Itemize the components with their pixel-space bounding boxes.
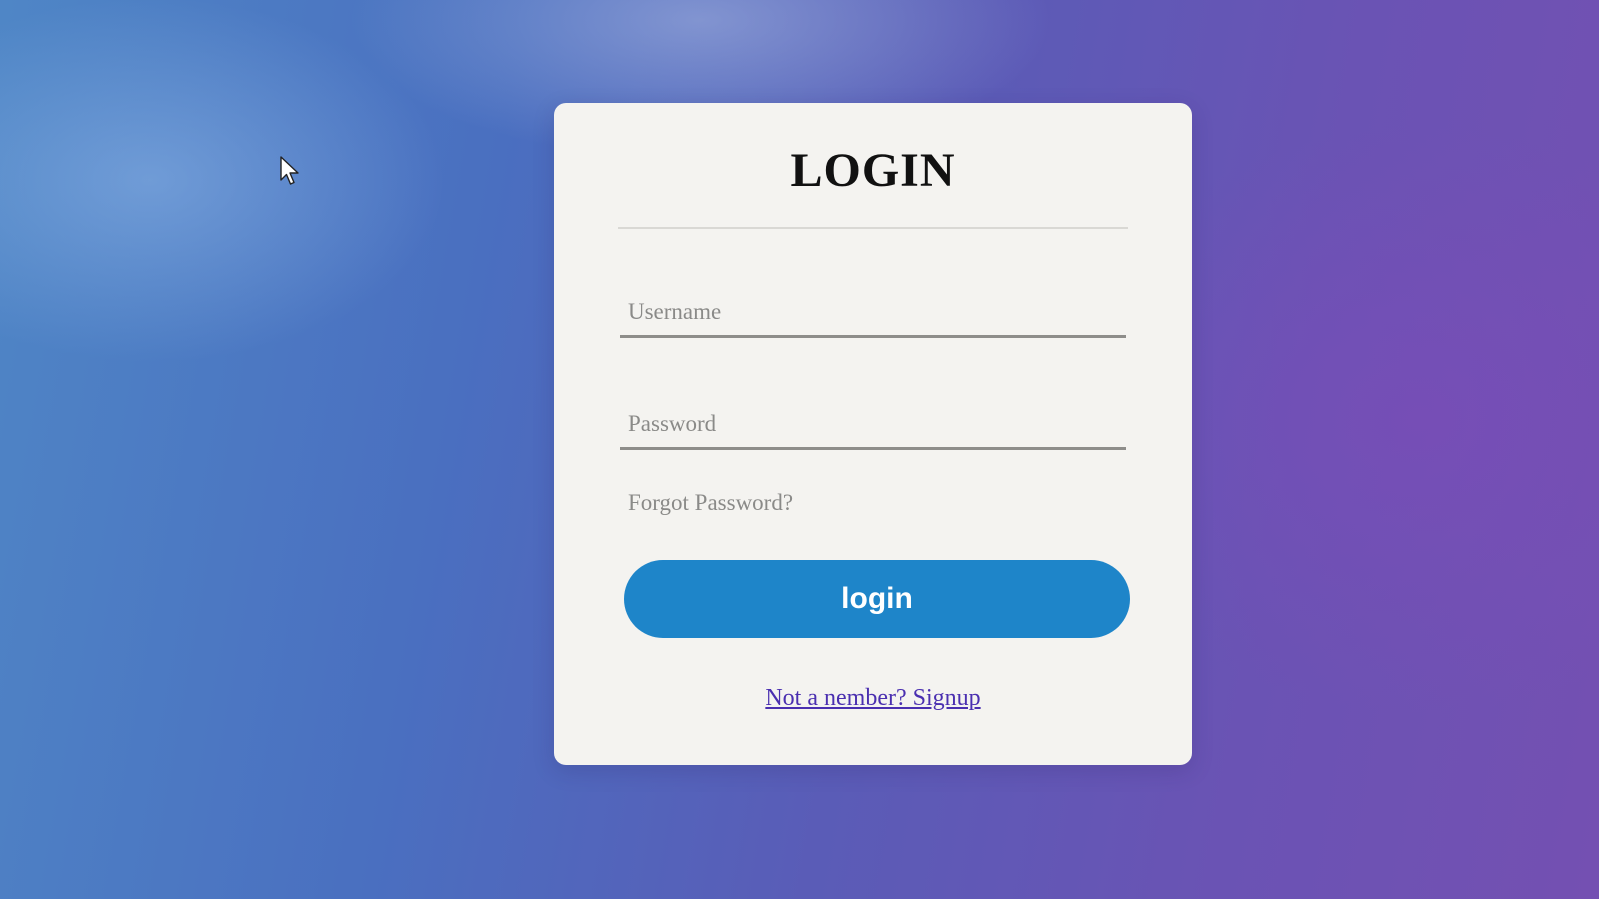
signup-link[interactable]: Not a nember? Signup — [765, 685, 980, 711]
mouse-pointer-icon — [280, 156, 300, 186]
username-input[interactable] — [620, 289, 1126, 335]
forgot-password-link[interactable]: Forgot Password? — [628, 490, 793, 516]
password-input[interactable] — [620, 401, 1126, 447]
signup-row: Not a nember? Signup — [554, 685, 1192, 712]
page-title: LOGIN — [790, 144, 956, 197]
login-button[interactable]: login — [624, 560, 1130, 638]
password-field-container — [620, 401, 1126, 450]
title-divider — [618, 227, 1128, 229]
login-card: LOGIN Forgot Password? login Not a nembe… — [554, 103, 1192, 765]
username-field-container — [620, 289, 1126, 338]
